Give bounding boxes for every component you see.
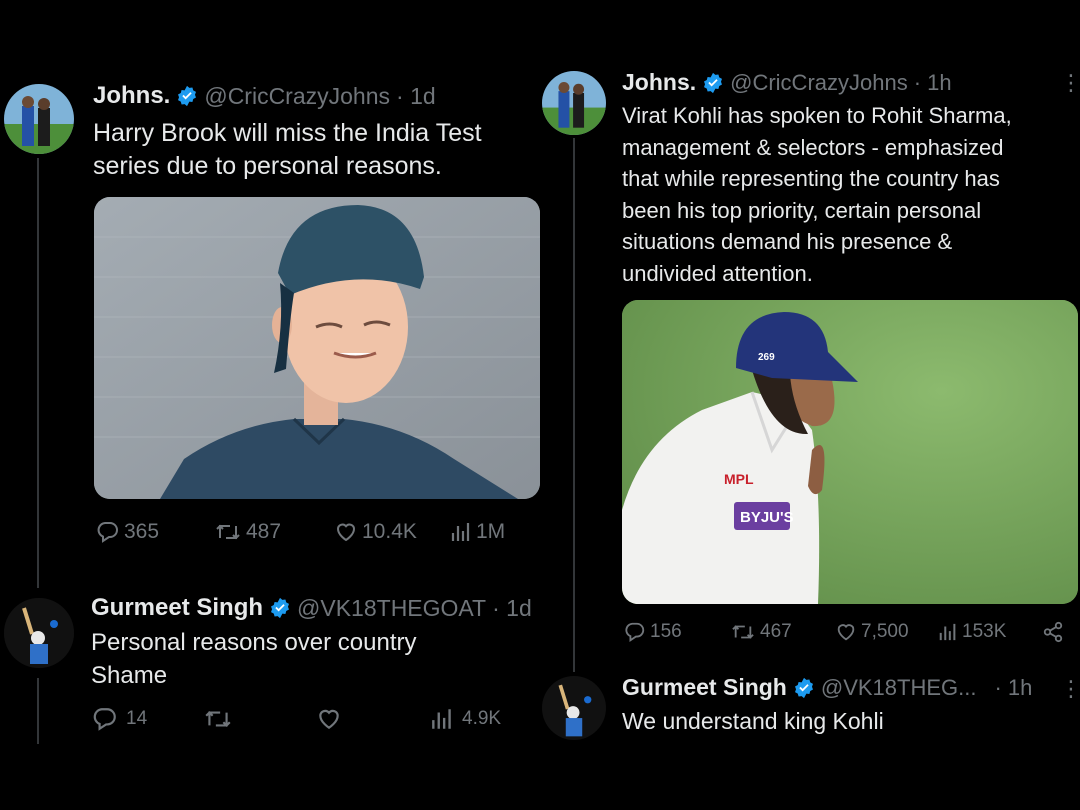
timestamp[interactable]: · 1d	[492, 595, 532, 622]
reply-button[interactable]: 365	[96, 520, 159, 544]
tweet-text: Virat Kohli has spoken to Rohit Sharma, …	[622, 100, 1012, 289]
tweet-text-line: Virat Kohli has spoken to Rohit Sharma,	[622, 103, 1012, 128]
more-icon[interactable]: ⋮	[1060, 72, 1080, 94]
like-icon	[319, 709, 339, 729]
views-button[interactable]: 1M	[450, 520, 505, 544]
reply-header: Gurmeet Singh @VK18THEGOAT · 1d	[91, 594, 532, 622]
repost-count: 487	[246, 520, 282, 543]
reply-text-line: We understand king Kohli	[622, 708, 884, 734]
author-name[interactable]: Johns.	[622, 69, 696, 96]
views-icon	[432, 709, 451, 729]
verified-badge-icon	[271, 597, 290, 619]
author-handle[interactable]: @VK18THEG...	[821, 675, 977, 701]
more-icon[interactable]: ⋮	[1060, 678, 1080, 700]
avatar[interactable]	[542, 676, 606, 740]
like-button[interactable]: 10.4K	[334, 520, 417, 544]
like-count: 7,500	[861, 621, 909, 642]
author-name[interactable]: Gurmeet Singh	[91, 594, 263, 622]
author-name[interactable]: Johns.	[93, 82, 170, 110]
author-handle[interactable]: @VK18THEGOAT	[297, 595, 486, 622]
views-button[interactable]: 153K	[938, 621, 1006, 643]
share-button[interactable]	[1042, 621, 1064, 643]
repost-icon	[205, 711, 231, 727]
tweet-text-line: situations demand his presence &	[622, 229, 953, 254]
verified-badge-icon	[794, 677, 813, 698]
shirt-logo-text: MPL	[724, 471, 754, 487]
reply-icon	[625, 622, 645, 642]
reply-text: We understand king Kohli	[622, 706, 884, 738]
thread-line	[37, 158, 39, 588]
shirt-sponsor-text: BYJU'S	[740, 509, 794, 526]
verified-badge-icon	[178, 85, 197, 107]
reply-icon	[97, 522, 118, 543]
verified-badge-icon	[704, 72, 723, 93]
repost-icon	[216, 524, 240, 540]
timestamp[interactable]: · 1h	[914, 70, 952, 96]
views-icon	[451, 523, 470, 541]
reply-text-line: Shame	[91, 662, 168, 689]
repost-count: 467	[760, 621, 792, 642]
like-button[interactable]	[316, 706, 342, 732]
tweet-text-line: been his top priority, certain personal	[622, 197, 982, 223]
reply-text-line: Personal reasons over country	[91, 629, 417, 656]
reply-header: Gurmeet Singh @VK18THEG... · 1h	[622, 674, 1032, 701]
reply-button[interactable]: 156	[624, 621, 682, 643]
timestamp[interactable]: · 1d	[396, 83, 436, 110]
like-icon	[336, 523, 356, 542]
tweet-text-line: that while representing the country has	[622, 166, 1000, 191]
repost-button[interactable]: 467	[730, 621, 792, 643]
reply-button[interactable]: 14	[92, 706, 147, 732]
views-icon	[939, 623, 956, 641]
timestamp[interactable]: · 1h	[994, 675, 1032, 701]
tweet-text-line: series due to personal reasons.	[93, 152, 442, 180]
repost-icon	[732, 625, 754, 639]
views-count: 4.9K	[462, 708, 502, 729]
like-count: 10.4K	[362, 520, 417, 543]
reply-count: 156	[650, 621, 682, 642]
views-button[interactable]: 4.9K	[430, 706, 501, 732]
tweet-text-line: management & selectors - emphasized	[622, 134, 1004, 160]
thread-line	[37, 678, 39, 744]
author-handle[interactable]: @CricCrazyJohns	[204, 83, 390, 110]
repost-button[interactable]: 487	[214, 520, 281, 544]
views-count: 153K	[962, 621, 1007, 642]
reply-count: 14	[126, 708, 148, 729]
repost-button[interactable]	[203, 706, 233, 732]
tweet-text: Harry Brook will miss the India Test ser…	[93, 117, 482, 183]
avatar[interactable]	[542, 71, 606, 135]
tweet-text-line: Harry Brook will miss the India Test	[93, 119, 482, 147]
like-icon	[837, 624, 855, 641]
reply-icon	[93, 708, 116, 731]
author-name[interactable]: Gurmeet Singh	[622, 674, 787, 701]
tweet-header: Johns. @CricCrazyJohns · 1h	[622, 69, 952, 96]
tweet-header: Johns. @CricCrazyJohns · 1d	[93, 82, 436, 110]
avatar[interactable]	[4, 598, 74, 668]
avatar[interactable]	[4, 84, 74, 154]
share-icon	[1043, 621, 1063, 643]
tweet-image[interactable]: MPL BYJU'S 269	[622, 300, 1078, 604]
reply-text: Personal reasons over country Shame	[91, 626, 417, 692]
tweet-text-line: undivided attention.	[622, 260, 813, 286]
cap-number-text: 269	[758, 352, 775, 363]
like-button[interactable]: 7,500	[835, 621, 909, 643]
thread-line	[573, 138, 575, 672]
reply-count: 365	[124, 520, 160, 543]
author-handle[interactable]: @CricCrazyJohns	[730, 70, 908, 96]
tweet-image[interactable]	[94, 197, 540, 499]
views-count: 1M	[476, 520, 506, 543]
